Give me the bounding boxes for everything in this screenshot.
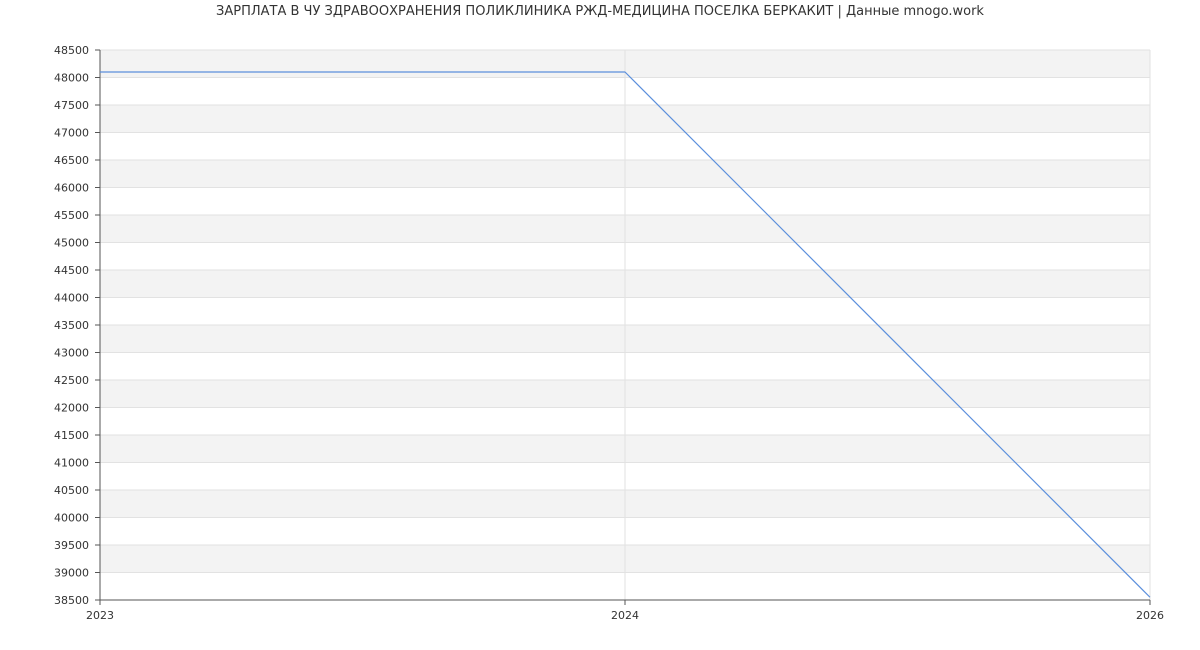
- y-tick-label: 47500: [54, 99, 89, 112]
- y-tick-label: 44500: [54, 264, 89, 277]
- y-tick-label: 39000: [54, 567, 89, 580]
- y-tick-label: 44000: [54, 292, 89, 305]
- y-tick-label: 43000: [54, 347, 89, 360]
- y-tick-label: 42500: [54, 374, 89, 387]
- x-tick-label: 2023: [86, 609, 114, 622]
- y-tick-label: 46000: [54, 182, 89, 195]
- y-tick-label: 40000: [54, 512, 89, 525]
- y-tick-label: 40500: [54, 484, 89, 497]
- gridlines: [99, 49, 1151, 601]
- y-tick-label: 45500: [54, 209, 89, 222]
- x-tick-label: 2024: [611, 609, 639, 622]
- y-tick-label: 48000: [54, 72, 89, 85]
- y-tick-label: 45000: [54, 237, 89, 250]
- line-chart: 38500 39000 39500 40000 40500 41000 41500 42000…: [54, 44, 1164, 622]
- y-tick-label: 46500: [54, 154, 89, 167]
- y-tick-label: 41000: [54, 457, 89, 470]
- y-tick-label: 41500: [54, 429, 89, 442]
- y-tick-label: 47000: [54, 127, 89, 140]
- y-axis-tick-labels: 38500 39000 39500 40000 40500 41000 41500 42000…: [54, 44, 89, 607]
- y-tick-label: 48500: [54, 44, 89, 57]
- y-tick-label: 42000: [54, 402, 89, 415]
- y-tick-label: 38500: [54, 594, 89, 607]
- y-tick-label: 39500: [54, 539, 89, 552]
- x-tick-label: 2026: [1136, 609, 1164, 622]
- y-tick-label: 43500: [54, 319, 89, 332]
- x-axis-tick-labels: 2023 2024 2026: [86, 609, 1164, 622]
